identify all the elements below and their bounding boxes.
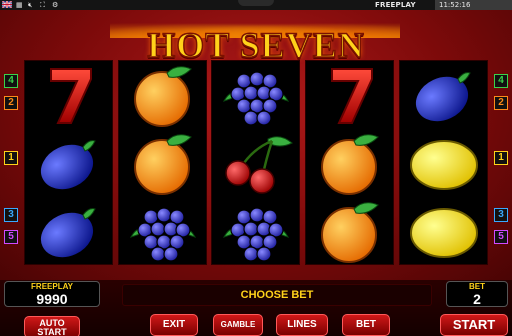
orange-symbol (119, 61, 208, 129)
message-bar: CHOOSE BET (122, 284, 432, 306)
plum-symbol (25, 129, 114, 197)
grid-icon[interactable]: ▦ (16, 0, 23, 10)
plum-symbol (25, 197, 114, 265)
gear-icon[interactable]: ⚙ (52, 0, 58, 10)
auto-start-button[interactable]: AUTO START (24, 316, 80, 336)
orange-symbol (306, 197, 395, 265)
payline-left-1: 1 (4, 151, 18, 165)
speaker-muted-icon[interactable]: 🔇︎ (28, 0, 32, 10)
payline-right-3: 3 (494, 208, 508, 222)
grapes-symbol (212, 197, 301, 265)
reel-2 (118, 60, 207, 265)
exit-button[interactable]: EXIT (150, 314, 198, 336)
bet-button[interactable]: BET (342, 314, 390, 336)
mode-label: FREEPLAY (375, 1, 416, 9)
plum-symbol (400, 61, 489, 129)
seven-symbol (306, 61, 395, 129)
uk-flag-icon[interactable] (1, 0, 13, 10)
top-notch (238, 0, 274, 6)
fullscreen-icon[interactable]: ⛶ (40, 0, 45, 10)
reel-3 (211, 60, 300, 265)
status-bar: ▦ 🔇︎ ⛶ ⚙ FREEPLAY 11:52:16 [00:03:12] (0, 0, 512, 19)
payline-left-4: 4 (4, 74, 18, 88)
lines-button[interactable]: LINES (276, 314, 328, 336)
payline-left-2: 2 (4, 96, 18, 110)
orange-symbol (306, 129, 395, 197)
clock: 11:52:16 [00:03:12] (435, 0, 512, 19)
reel-5 (399, 60, 488, 265)
grapes-symbol (212, 61, 301, 129)
bet-display: BET 2 (446, 281, 508, 307)
payline-right-4: 4 (494, 74, 508, 88)
payline-right-5: 5 (494, 230, 508, 244)
orange-symbol (119, 129, 208, 197)
payline-right-2: 2 (494, 96, 508, 110)
reel-4 (305, 60, 394, 265)
start-button[interactable]: START (440, 314, 508, 336)
reel-1 (24, 60, 113, 265)
lemon-symbol (400, 197, 489, 265)
lemon-symbol (400, 129, 489, 197)
grapes-symbol (119, 197, 208, 265)
credit-display: FREEPLAY 9990 (4, 281, 100, 307)
auto-start-label-2: START (37, 327, 67, 336)
payline-left-3: 3 (4, 208, 18, 222)
seven-symbol (25, 61, 114, 129)
bet-value: 2 (473, 291, 481, 307)
payline-right-1: 1 (494, 151, 508, 165)
control-panel: FREEPLAY 9990 CHOOSE BET BET 2 AUTO STAR… (0, 280, 512, 336)
credit-value: 9990 (36, 291, 68, 307)
payline-left-5: 5 (4, 230, 18, 244)
gamble-button[interactable]: GAMBLE (213, 314, 263, 336)
cherries-symbol (212, 129, 301, 197)
